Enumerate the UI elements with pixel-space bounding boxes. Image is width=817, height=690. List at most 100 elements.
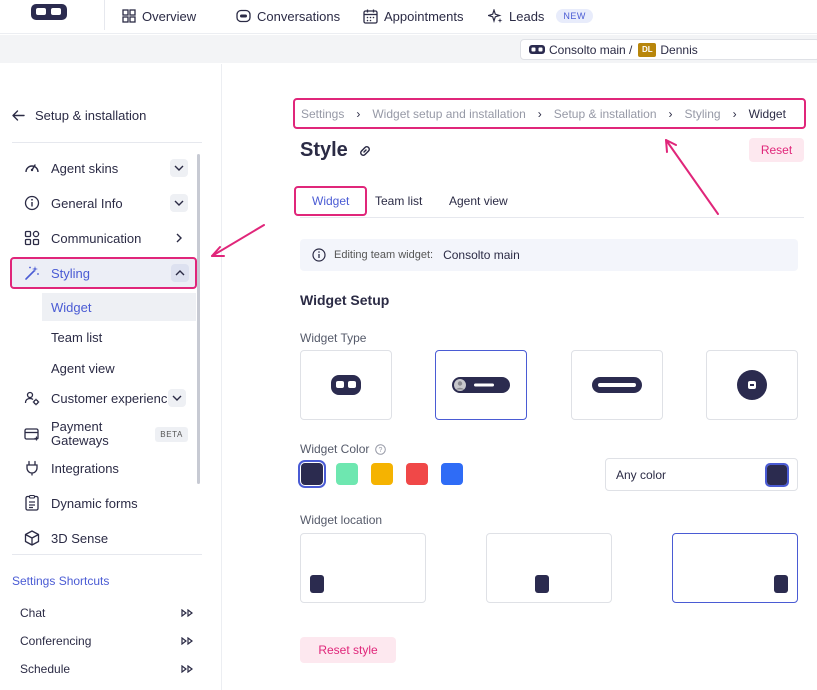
grid-icon <box>122 9 136 23</box>
shortcut-label: Schedule <box>20 662 71 676</box>
nav-leads[interactable]: Leads NEW <box>488 6 593 26</box>
color-swatch-green[interactable] <box>336 463 358 485</box>
chevron-right-icon: › <box>668 106 673 121</box>
tab-widget[interactable]: Widget <box>294 186 368 216</box>
sidebar-scrollbar[interactable] <box>197 154 200 484</box>
tab-agent-view[interactable]: Agent view <box>449 186 508 216</box>
fast-forward-icon <box>181 637 193 645</box>
reset-button[interactable]: Reset <box>749 138 804 162</box>
sidebar-subitem-agent-view[interactable]: Agent view <box>42 354 196 382</box>
sidebar-item-general-info[interactable]: General Info <box>12 189 194 217</box>
info-icon <box>22 193 42 213</box>
sidebar-item-label: 3D Sense <box>51 530 109 546</box>
color-swatch-navy[interactable] <box>298 460 326 488</box>
section-title: Widget Setup <box>300 292 390 308</box>
breadcrumb-widget-setup[interactable]: Widget setup and installation <box>372 107 525 121</box>
info-value: Consolto main <box>443 248 520 262</box>
top-navigation: Overview Conversations Appointments Lead… <box>0 0 817 34</box>
account-switcher[interactable]: Consolto main / DL Dennis <box>520 39 817 60</box>
widget-type-option-1[interactable] <box>300 350 392 420</box>
nav-overview[interactable]: Overview <box>122 6 196 26</box>
nav-divider <box>104 0 105 30</box>
shortcut-schedule[interactable]: Schedule <box>20 662 194 676</box>
back-to-setup[interactable]: Setup & installation <box>12 108 146 123</box>
info-icon <box>312 248 326 262</box>
breadcrumb: Settings › Widget setup and installation… <box>293 98 806 129</box>
shortcut-chat[interactable]: Chat <box>20 606 194 620</box>
breadcrumb-styling[interactable]: Styling <box>685 107 721 121</box>
arrow-left-icon <box>12 110 25 121</box>
agent-skin-icon <box>22 158 42 178</box>
widget-location-left[interactable] <box>300 533 426 603</box>
sidebar-item-label: Payment Gateways <box>51 420 109 448</box>
beta-badge: BETA <box>155 426 188 442</box>
widget-location-center[interactable] <box>486 533 612 603</box>
breadcrumb-settings[interactable]: Settings <box>301 107 344 121</box>
form-icon <box>22 493 42 513</box>
link-icon[interactable] <box>358 144 372 158</box>
nav-conversations-label: Conversations <box>257 8 341 24</box>
chevron-up-icon[interactable] <box>171 264 189 282</box>
sidebar-item-styling[interactable]: Styling <box>10 257 197 289</box>
chevron-down-icon[interactable] <box>170 159 188 177</box>
nav-appointments-label: Appointments <box>384 8 464 24</box>
settings-shortcuts-title: Settings Shortcuts <box>12 574 110 588</box>
page-title-row: Style <box>300 139 372 162</box>
color-swatch-blue[interactable] <box>441 463 463 485</box>
sidebar-item-customer-experience[interactable]: Customer experience <box>12 384 194 412</box>
color-swatch-yellow[interactable] <box>371 463 393 485</box>
breadcrumb-setup-installation[interactable]: Setup & installation <box>554 107 657 121</box>
chevron-right-icon[interactable] <box>170 229 188 247</box>
widget-location-right[interactable] <box>672 533 798 603</box>
color-swatch-red[interactable] <box>406 463 428 485</box>
sidebar-subitem-team-list[interactable]: Team list <box>42 323 196 351</box>
widget-type-option-3[interactable] <box>571 350 663 420</box>
any-color-picker[interactable]: Any color <box>605 458 798 491</box>
chevron-right-icon: › <box>537 106 542 121</box>
widget-icon-bar-avatar <box>452 377 510 393</box>
page-title: Style <box>300 139 348 161</box>
shortcut-conferencing[interactable]: Conferencing <box>20 634 194 648</box>
chevron-down-icon[interactable] <box>170 194 188 212</box>
sidebar-item-label: General Info <box>51 195 123 211</box>
sidebar-item-payment-gateways[interactable]: Payment Gateways BETA <box>12 418 194 450</box>
svg-text:?: ? <box>379 447 383 454</box>
custom-color-swatch[interactable] <box>765 463 789 487</box>
sidebar-item-3d-sense[interactable]: 3D Sense <box>12 524 194 552</box>
sidebar-item-label: Dynamic forms <box>51 495 138 511</box>
chevron-right-icon: › <box>732 106 737 121</box>
annotation-arrowhead <box>665 139 677 153</box>
sidebar-item-agent-skins[interactable]: Agent skins <box>12 154 194 182</box>
plug-icon <box>22 458 42 478</box>
sidebar-divider <box>12 142 202 143</box>
widget-icon-bar <box>592 377 642 393</box>
nav-appointments[interactable]: Appointments <box>363 6 464 26</box>
cube-icon <box>22 528 42 548</box>
location-marker <box>535 575 549 593</box>
payment-label-line2: Gateways <box>51 433 109 448</box>
sidebar-item-dynamic-forms[interactable]: Dynamic forms <box>12 489 194 517</box>
chevron-right-icon: › <box>356 106 361 121</box>
widget-type-label: Widget Type <box>300 331 367 345</box>
any-color-label: Any color <box>616 467 667 482</box>
shortcut-label: Chat <box>20 606 46 620</box>
account-name: Consolto main / <box>549 42 633 57</box>
tab-team-list[interactable]: Team list <box>375 186 422 216</box>
sidebar-item-communication[interactable]: Communication <box>12 224 194 252</box>
widget-type-option-4[interactable] <box>706 350 798 420</box>
consolto-logo[interactable] <box>30 3 68 21</box>
reset-style-button[interactable]: Reset style <box>300 637 396 663</box>
payment-label-line1: Payment <box>51 419 103 434</box>
location-marker <box>774 575 788 593</box>
widget-type-option-2[interactable] <box>435 350 527 420</box>
style-tabs: Widget Team list Agent view <box>294 186 804 218</box>
widget-location-label: Widget location <box>300 513 383 527</box>
sidebar-divider <box>12 554 202 555</box>
nav-conversations[interactable]: Conversations <box>236 6 340 26</box>
settings-user-icon <box>22 388 42 408</box>
widget-icon-round <box>331 375 361 395</box>
help-icon[interactable]: ? <box>375 443 387 455</box>
chevron-down-icon[interactable] <box>168 389 186 407</box>
sidebar-subitem-widget[interactable]: Widget <box>42 293 196 321</box>
sidebar-item-integrations[interactable]: Integrations <box>12 454 194 482</box>
